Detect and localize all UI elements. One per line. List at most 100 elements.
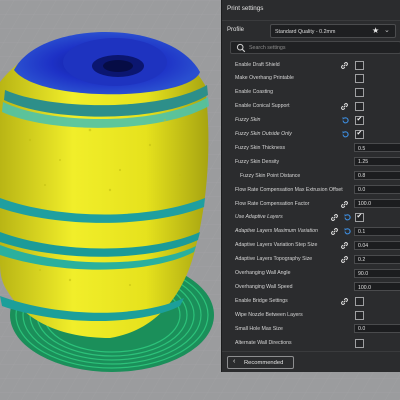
link-icon[interactable]	[340, 61, 349, 70]
setting-label: Adaptive Layers Variation Step Size	[235, 242, 318, 249]
setting-checkbox[interactable]	[355, 88, 364, 98]
setting-label: Enable Conical Support	[235, 103, 290, 110]
setting-row: Enable Bridge Settings	[222, 295, 400, 307]
setting-label: Overhanging Wall Speed	[235, 283, 293, 290]
setting-label: Small Hole Max Size	[235, 325, 283, 332]
setting-value: 1.25	[358, 159, 369, 166]
reset-icon[interactable]	[343, 213, 352, 222]
link-icon[interactable]	[340, 241, 349, 250]
profile-dropdown[interactable]: Standard Quality - 0.2mm ★ ⌄	[270, 24, 396, 38]
setting-value: 0.1	[358, 228, 366, 235]
setting-row: Wipe Nozzle Between Layers	[222, 309, 400, 321]
setting-label: Fuzzy Skin Density	[235, 158, 280, 165]
link-icon[interactable]	[330, 227, 339, 236]
setting-value-field[interactable]: 100.0	[354, 282, 400, 292]
chevron-down-icon: ⌄	[384, 27, 390, 34]
setting-row: Fuzzy Skin Outside Only ✔	[222, 129, 400, 141]
reset-icon[interactable]	[341, 130, 350, 139]
settings-list: Enable Draft Shield Make Overhang Printab…	[222, 59, 400, 351]
link-icon[interactable]	[330, 213, 339, 222]
setting-row: Enable Conical Support	[222, 101, 400, 113]
setting-row: Adaptive Layers Topography Size 0.2	[222, 254, 400, 266]
setting-checkbox[interactable]	[355, 60, 364, 70]
setting-row: Adaptive Layers Variation Step Size 0.04	[222, 240, 400, 252]
chevron-left-icon: ‹	[233, 358, 236, 365]
setting-value-field[interactable]: 0.04	[354, 240, 400, 250]
setting-row: Adaptive Layers Maximum Variation 0.1	[222, 226, 400, 238]
setting-value: 100.0	[358, 284, 371, 291]
recommended-button[interactable]: ‹ Recommended	[227, 356, 294, 369]
setting-row: Fuzzy Skin ✔	[222, 115, 400, 127]
setting-label: Fuzzy Skin	[235, 117, 261, 124]
setting-row: Make Overhang Printable	[222, 73, 400, 85]
checkmark-icon: ✔	[356, 130, 363, 137]
link-icon[interactable]	[340, 200, 349, 209]
setting-value-field[interactable]: 100.0	[354, 199, 400, 208]
panel-title: Print settings	[227, 5, 264, 12]
setting-checkbox[interactable]	[355, 102, 364, 112]
setting-row: Overhanging Wall Angle 90.0	[222, 268, 400, 280]
setting-label: Make Overhang Printable	[235, 75, 294, 82]
setting-value-field[interactable]: 0.2	[354, 254, 400, 264]
setting-label: Enable Draft Shield	[235, 61, 280, 68]
setting-value-field[interactable]: 0.0	[354, 324, 400, 334]
setting-label: Wipe Nozzle Between Layers	[235, 311, 303, 318]
setting-checkbox[interactable]: ✔	[355, 213, 364, 223]
setting-row: Use Adaptive Layers ✔	[222, 212, 400, 224]
setting-label: Fuzzy Skin Outside Only	[235, 131, 292, 137]
setting-value: 90.0	[358, 270, 369, 277]
setting-row: Overhanging Wall Speed 100.0	[222, 281, 400, 293]
setting-checkbox[interactable]	[355, 296, 364, 306]
panel-footer: ‹ Recommended	[222, 351, 400, 373]
setting-value-field[interactable]: 0.0	[354, 185, 400, 195]
link-icon[interactable]	[340, 297, 349, 306]
setting-value-field[interactable]: 1.25	[354, 157, 400, 167]
profile-row: Profile Standard Quality - 0.2mm ★ ⌄	[222, 22, 400, 40]
print-settings-panel: Print settings Profile Standard Quality …	[221, 0, 400, 372]
star-icon[interactable]: ★	[372, 26, 379, 35]
setting-checkbox[interactable]	[355, 338, 364, 348]
reset-icon[interactable]	[341, 116, 350, 125]
setting-label: Fuzzy Skin Point Distance	[240, 172, 301, 179]
setting-label: Enable Bridge Settings	[235, 297, 288, 304]
setting-label: Flow Rate Compensation Factor	[235, 200, 310, 207]
profile-value: Standard Quality - 0.2mm	[275, 28, 336, 35]
link-icon[interactable]	[340, 102, 349, 111]
setting-label: Use Adaptive Layers	[235, 214, 283, 221]
setting-label: Flow Rate Compensation Max Extrusion Off…	[235, 186, 343, 193]
setting-row: Fuzzy Skin Point Distance 0.8	[222, 170, 400, 182]
setting-row: Enable Draft Shield	[222, 59, 400, 71]
vase-model[interactable]	[0, 32, 209, 338]
setting-label: Adaptive Layers Topography Size	[235, 256, 313, 263]
setting-checkbox[interactable]: ✔	[355, 116, 364, 126]
setting-value: 0.0	[358, 187, 366, 194]
setting-value-field[interactable]: 0.8	[354, 171, 400, 181]
search-row	[222, 40, 400, 56]
setting-checkbox[interactable]	[355, 310, 364, 320]
setting-row: Fuzzy Skin Density 1.25	[222, 156, 400, 168]
setting-label: Enable Coasting	[235, 89, 274, 96]
reset-icon[interactable]	[343, 227, 352, 236]
setting-label: Fuzzy Skin Thickness	[235, 144, 286, 151]
setting-label: Adaptive Layers Maximum Variation	[235, 228, 318, 235]
setting-value: 100.0	[358, 201, 371, 208]
setting-value: 0.0	[358, 326, 366, 333]
setting-value-field[interactable]: 0.1	[354, 226, 400, 236]
link-icon[interactable]	[340, 255, 349, 264]
setting-value: 0.04	[358, 242, 369, 249]
setting-value: 0.5	[358, 145, 366, 152]
search-box[interactable]	[230, 41, 400, 54]
setting-checkbox[interactable]	[355, 74, 364, 84]
setting-value-field[interactable]: 90.0	[354, 268, 400, 278]
setting-row: Alternate Wall Directions	[222, 337, 400, 349]
setting-value-field[interactable]: 0.5	[354, 143, 400, 153]
setting-checkbox[interactable]: ✔	[355, 130, 364, 139]
setting-row: Small Hole Max Size 0.0	[222, 323, 400, 335]
profile-label: Profile	[227, 27, 245, 33]
setting-row: Flow Rate Compensation Max Extrusion Off…	[222, 184, 400, 196]
recommended-label: Recommended	[244, 360, 284, 366]
setting-label: Overhanging Wall Angle	[235, 270, 291, 276]
search-input[interactable]	[249, 43, 389, 53]
setting-label: Alternate Wall Directions	[235, 339, 292, 346]
setting-value: 0.2	[358, 256, 366, 263]
